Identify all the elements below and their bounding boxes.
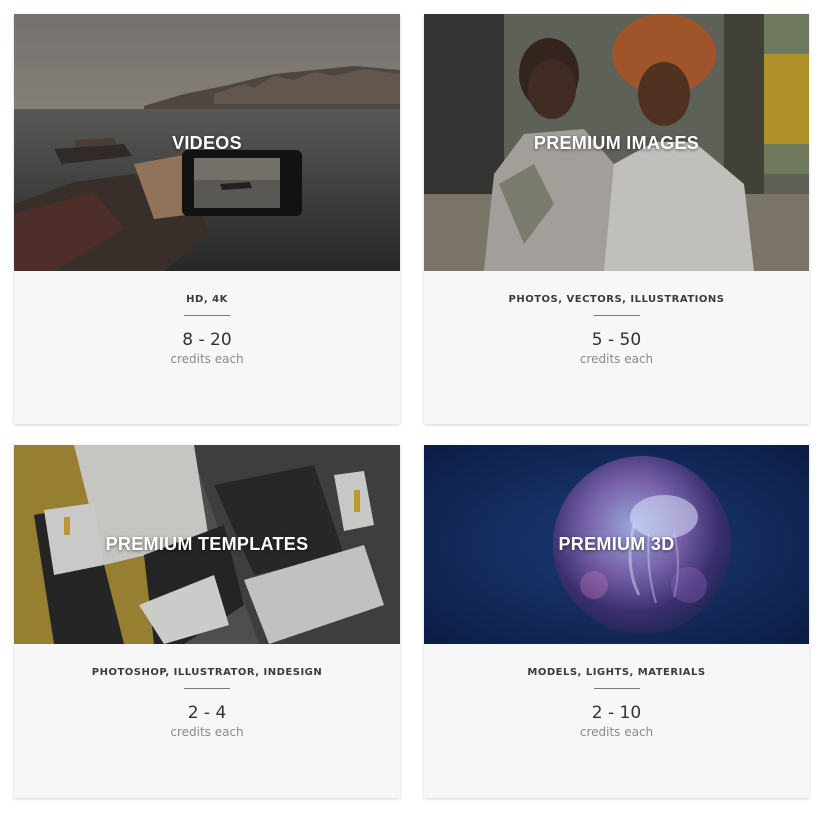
premium-images-credits: 5 - 50 bbox=[591, 330, 642, 350]
premium-3d-credits: 2 - 10 bbox=[591, 703, 642, 723]
premium-templates-credits-label: credits each bbox=[170, 725, 244, 739]
videos-credits: 8 - 20 bbox=[182, 330, 232, 350]
card-premium-images[interactable]: PREMIUM IMAGES PHOTOS, VECTORS, ILLUSTRA… bbox=[424, 14, 809, 424]
premium-3d-formats: MODELS, LIGHTS, MATERIALS bbox=[527, 667, 706, 678]
videos-image[interactable]: VIDEOS bbox=[14, 14, 400, 271]
videos-title: VIDEOS bbox=[172, 133, 242, 153]
premium-images-image[interactable]: PREMIUM IMAGES bbox=[424, 14, 809, 271]
premium-3d-divider bbox=[593, 688, 640, 689]
premium-templates-title: PREMIUM TEMPLATES bbox=[105, 534, 309, 554]
premium-images-divider bbox=[593, 315, 640, 316]
premium-images-title: PREMIUM IMAGES bbox=[533, 133, 700, 153]
videos-divider bbox=[184, 315, 230, 316]
premium-3d-credits-label: credits each bbox=[579, 725, 654, 739]
premium-templates-divider bbox=[184, 688, 230, 689]
premium-3d-image[interactable]: PREMIUM 3D bbox=[424, 445, 809, 644]
premium-templates-credits: 2 - 4 bbox=[187, 703, 227, 723]
videos-credits-label: credits each bbox=[170, 352, 244, 366]
premium-templates-image[interactable]: PREMIUM TEMPLATES bbox=[14, 445, 400, 644]
premium-images-formats: PHOTOS, VECTORS, ILLUSTRATIONS bbox=[508, 294, 725, 305]
card-premium-3d[interactable]: PREMIUM 3D MODELS, LIGHTS, MATERIALS 2 -… bbox=[424, 445, 809, 798]
card-premium-templates[interactable]: PREMIUM TEMPLATES PHOTOSHOP, ILLUSTRATOR… bbox=[14, 445, 400, 798]
videos-formats: HD, 4K bbox=[186, 294, 228, 305]
premium-templates-formats: PHOTOSHOP, ILLUSTRATOR, INDESIGN bbox=[91, 667, 323, 678]
card-videos[interactable]: VIDEOS HD, 4K 8 - 20 credits each bbox=[14, 14, 400, 424]
premium-images-credits-label: credits each bbox=[579, 352, 654, 366]
premium-3d-title: PREMIUM 3D bbox=[558, 534, 675, 554]
